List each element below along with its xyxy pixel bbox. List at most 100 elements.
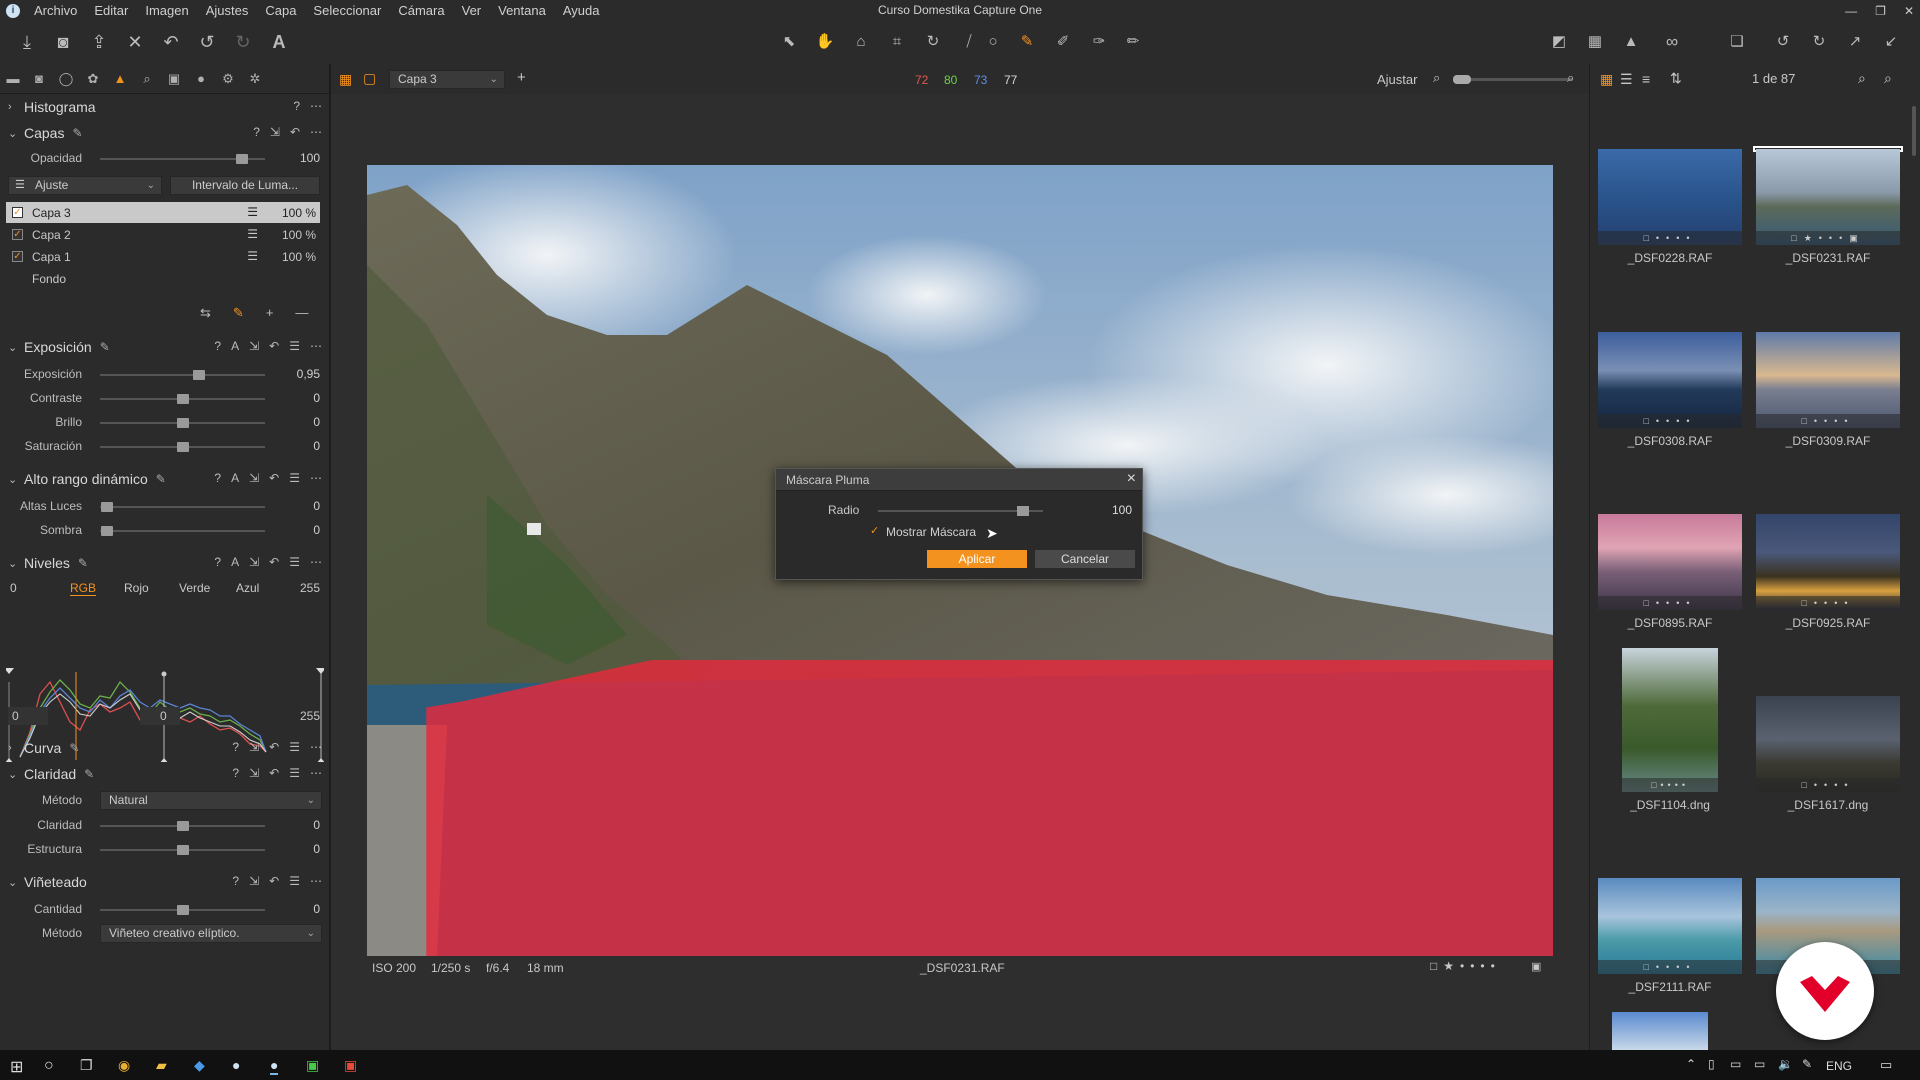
radius-value[interactable]: 100 <box>1112 503 1132 517</box>
help-icon[interactable]: ? <box>214 339 221 353</box>
levels-output-mid[interactable]: 0 <box>140 707 180 725</box>
add-layer-icon[interactable]: + <box>266 305 274 321</box>
reset-icon[interactable]: ↶ <box>269 471 279 485</box>
vignetting-method-select[interactable]: Viñeteo creativo elíptico. ⌄ <box>100 924 322 943</box>
text-tool-icon[interactable]: A <box>266 29 292 55</box>
show-mask-label[interactable]: Mostrar Máscara <box>886 525 976 539</box>
display-icon[interactable]: ▭ <box>1754 1057 1765 1071</box>
rotate-icon[interactable]: ↻ <box>920 29 946 55</box>
menu-camara[interactable]: Cámara <box>398 3 444 18</box>
info-tab-icon[interactable]: ● <box>193 71 209 87</box>
network-icon[interactable]: ▭ <box>1730 1057 1741 1071</box>
chevron-up-icon[interactable]: ⌃ <box>1686 1057 1696 1071</box>
radius-slider-knob[interactable] <box>1017 506 1030 516</box>
help-icon[interactable]: ? <box>253 125 260 139</box>
zoom-in-icon[interactable]: ⌕ <box>1567 70 1574 86</box>
channel-red-tab[interactable]: Rojo <box>124 581 149 595</box>
shadows-value[interactable]: 0 <box>280 523 320 537</box>
highlights-slider[interactable] <box>100 502 265 512</box>
background-layer[interactable]: Fondo <box>6 268 320 289</box>
list-icon[interactable]: ☰ <box>289 766 300 780</box>
keystone-icon[interactable]: ⧸ <box>956 29 982 55</box>
zoom-icon[interactable]: ⌕ <box>1858 70 1866 87</box>
exposure-slider[interactable] <box>100 370 265 380</box>
copy-icon[interactable]: ⇲ <box>249 874 259 888</box>
list-icon[interactable]: ☰ <box>289 339 300 353</box>
more-icon[interactable]: ⋯ <box>310 766 322 780</box>
more-icon[interactable]: ⋯ <box>310 339 322 353</box>
capture-tab-icon[interactable]: ◙ <box>31 71 47 87</box>
levels-input-min[interactable]: 0 <box>10 581 17 595</box>
cortana-icon[interactable]: ○ <box>44 1057 54 1075</box>
brightness-slider-knob[interactable] <box>176 418 189 428</box>
draw-mask-icon[interactable]: ✎ <box>233 305 244 321</box>
radius-slider[interactable] <box>878 506 1043 516</box>
more-icon[interactable]: ⋯ <box>310 874 322 888</box>
zoom-slider[interactable] <box>1453 75 1573 84</box>
rotate-right-icon[interactable]: ↻ <box>1806 29 1832 55</box>
histogram-header[interactable]: › Histograma ? ⋯ <box>0 95 330 119</box>
task-view-icon[interactable]: ❐ <box>80 1057 93 1074</box>
spot-removal-icon[interactable]: ○ <box>980 29 1006 55</box>
menu-archivo[interactable]: Archivo <box>34 3 77 18</box>
structure-slider-knob[interactable] <box>176 845 189 855</box>
menu-capa[interactable]: Capa <box>265 3 296 18</box>
color-tag-icon[interactable]: ▣ <box>1531 960 1541 973</box>
zoom-slider-knob[interactable] <box>1453 75 1471 84</box>
single-view-icon[interactable]: ▢ <box>363 70 376 87</box>
vignetting-slider-knob[interactable] <box>176 905 189 915</box>
search-icon[interactable]: ⌕ <box>1884 70 1892 87</box>
highlights-value[interactable]: 0 <box>280 499 320 513</box>
dialog-header[interactable]: Máscara Pluma × <box>776 469 1142 491</box>
clarity-value[interactable]: 0 <box>280 818 320 832</box>
pan-hand-icon[interactable]: ✋ <box>812 29 838 55</box>
clarity-slider-knob[interactable] <box>176 821 189 831</box>
help-icon[interactable]: ? <box>214 555 221 569</box>
annotation-icon[interactable]: ✏ <box>1120 29 1146 55</box>
close-window-icon[interactable]: ✕ <box>1904 4 1914 18</box>
structure-value[interactable]: 0 <box>280 842 320 856</box>
saturation-value[interactable]: 0 <box>280 439 320 453</box>
levels-input-max[interactable]: 255 <box>300 581 320 595</box>
app-icon-red[interactable]: ▣ <box>344 1057 357 1074</box>
saturation-slider-knob[interactable] <box>176 442 189 452</box>
scrollbar-thumb[interactable] <box>1912 106 1916 156</box>
opacity-value[interactable]: 100 <box>280 151 320 165</box>
exposure-tab-icon[interactable]: ▲ <box>112 71 128 87</box>
grid-icon[interactable]: ▦ <box>1582 29 1608 55</box>
clarity-slider[interactable] <box>100 821 265 831</box>
windows-start-icon[interactable]: ⊞ <box>10 1057 23 1077</box>
select-cursor-icon[interactable]: ⬉ <box>776 29 802 55</box>
reset-icon[interactable]: ↶ <box>269 874 279 888</box>
app-icon-blue[interactable]: ◆ <box>194 1057 205 1074</box>
saturation-slider[interactable] <box>100 442 265 452</box>
loupe-icon[interactable]: ⌂ <box>848 29 874 55</box>
menu-imagen[interactable]: Imagen <box>145 3 188 18</box>
expand-icon[interactable]: ↗ <box>1842 29 1868 55</box>
grid-view-icon[interactable]: ▦ <box>339 71 352 88</box>
fit-zoom-button[interactable]: Ajustar <box>1377 72 1417 87</box>
vignetting-slider[interactable] <box>100 905 265 915</box>
shadows-slider[interactable] <box>100 526 265 536</box>
help-icon[interactable]: ? <box>214 471 221 485</box>
batch-tab-icon[interactable]: ✲ <box>247 71 263 87</box>
highlights-slider-knob[interactable] <box>100 502 113 512</box>
capture-one-active-icon[interactable]: ● <box>270 1057 279 1075</box>
vignetting-header[interactable]: ⌄ Viñeteado ? ⇲ ↶ ☰ ⋯ <box>0 870 330 894</box>
levels-header[interactable]: ⌄ Niveles ✎ ? A ⇲ ↶ ☰ ⋯ <box>0 551 330 575</box>
capture-icon[interactable]: ◙ <box>50 29 76 55</box>
delete-icon[interactable]: ✕ <box>122 29 148 55</box>
reset-icon[interactable]: ↶ <box>269 740 279 754</box>
channel-green-tab[interactable]: Verde <box>179 581 210 595</box>
volume-icon[interactable]: 🔉 <box>1778 1057 1793 1071</box>
list-view-icon[interactable]: ☰ <box>1620 71 1633 88</box>
menu-ayuda[interactable]: Ayuda <box>563 3 600 18</box>
layer-checkbox[interactable]: ✓ <box>12 251 23 262</box>
auto-icon[interactable]: A <box>231 471 239 485</box>
more-icon[interactable]: ⋯ <box>310 740 322 754</box>
browser-scrollbar[interactable] <box>1910 94 1918 1050</box>
apply-button[interactable]: Aplicar <box>927 550 1027 568</box>
help-icon[interactable]: ? <box>293 99 300 113</box>
vignetting-value[interactable]: 0 <box>280 902 320 916</box>
proof-glasses-icon[interactable]: ∞ <box>1656 29 1688 55</box>
